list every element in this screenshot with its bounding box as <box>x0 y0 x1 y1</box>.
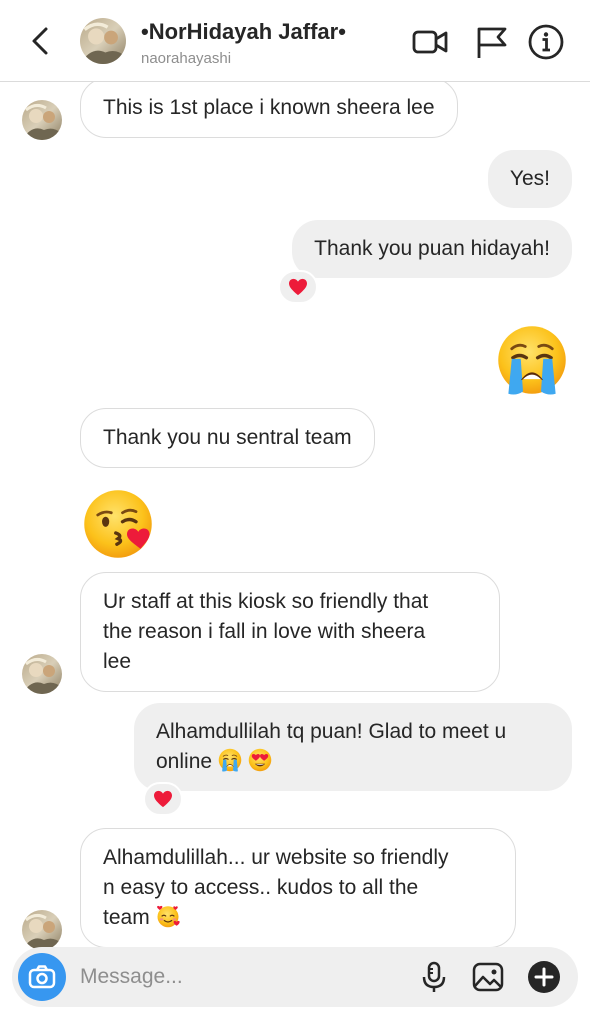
plus-icon[interactable] <box>526 959 562 995</box>
heart-reaction[interactable] <box>143 782 183 816</box>
microphone-icon[interactable] <box>416 959 452 995</box>
sender-avatar[interactable] <box>22 100 62 140</box>
camera-button[interactable] <box>18 953 66 1001</box>
chat-header: •NorHidayah Jaffar• naorahayashi <box>0 0 590 82</box>
message-bubble-sent[interactable]: Thank you puan hidayah! <box>292 220 572 278</box>
flag-icon[interactable] <box>472 22 512 62</box>
red-heart-icon <box>289 278 307 296</box>
header-avatar[interactable] <box>80 18 126 64</box>
video-call-icon[interactable] <box>410 22 450 62</box>
message-bubble-sent[interactable]: Alhamdullilah tq puan! Glad to meet u on… <box>134 703 572 791</box>
message-input[interactable] <box>80 957 400 997</box>
heart-reaction[interactable] <box>278 270 318 304</box>
loudly-crying-face-emoji[interactable] <box>496 324 568 401</box>
contact-username: naorahayashi <box>141 50 232 67</box>
message-bubble-received[interactable]: Thank you nu sentral team <box>80 408 375 468</box>
message-composer <box>12 947 578 1007</box>
loudly-crying-face-icon <box>218 748 242 772</box>
red-heart-icon <box>154 790 172 808</box>
message-bubble-sent[interactable]: Yes! <box>487 150 572 208</box>
sender-avatar[interactable] <box>22 654 62 694</box>
gallery-icon[interactable] <box>470 959 506 995</box>
info-icon[interactable] <box>526 22 566 62</box>
back-chevron-icon[interactable] <box>26 24 56 58</box>
message-bubble-received[interactable]: Alhamdulillah... ur website so friendly … <box>80 828 516 948</box>
smiling-face-with-hearts-icon <box>156 905 180 928</box>
contact-name[interactable]: •NorHidayah Jaffar• <box>141 19 346 45</box>
face-blowing-a-kiss-emoji[interactable] <box>82 488 154 565</box>
camera-icon <box>28 965 56 989</box>
message-text: Alhamdullilah tq puan! Glad to meet u on… <box>156 720 507 773</box>
heart-eyes-face-icon <box>248 748 271 772</box>
message-bubble-received[interactable]: Ur staff at this kiosk so friendly that … <box>80 572 500 692</box>
sender-avatar[interactable] <box>22 910 62 950</box>
message-bubble-received[interactable]: This is 1st place i known sheera lee <box>80 78 458 138</box>
